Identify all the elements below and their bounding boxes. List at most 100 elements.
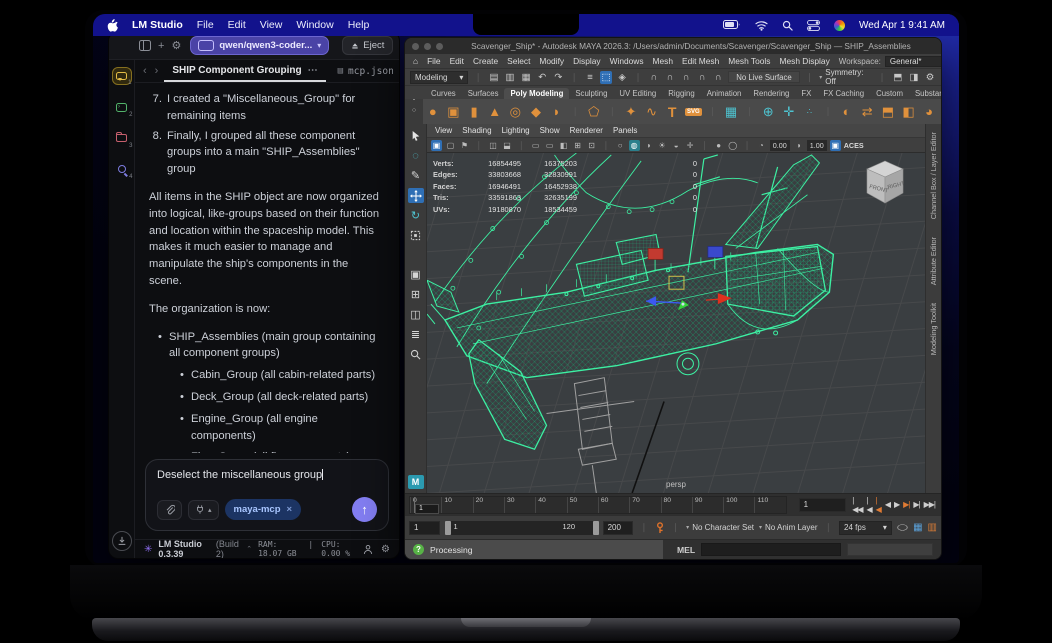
animation-end-field[interactable]: 200: [602, 520, 634, 535]
workspace-dropdown[interactable]: General*▾: [884, 55, 941, 67]
live-surface-field[interactable]: No Live Surface: [728, 71, 800, 83]
redo-icon[interactable]: ↷: [552, 71, 564, 84]
platonic-solid-icon[interactable]: ⬠: [586, 104, 602, 120]
downloads-button[interactable]: [111, 531, 132, 551]
animation-prefs-icon[interactable]: ▦: [913, 522, 922, 533]
maya-menu-item[interactable]: Select: [507, 56, 530, 66]
step-forward-frame-button[interactable]: ▶|: [913, 500, 920, 509]
settings-gear-icon[interactable]: ⚙: [171, 38, 181, 54]
render-icon[interactable]: ⬒: [892, 71, 904, 84]
shelf-tab[interactable]: FX: [795, 88, 817, 99]
mel-result-field[interactable]: [847, 543, 933, 556]
scale-tool-icon[interactable]: [408, 228, 424, 243]
exposure-field[interactable]: 0.00: [769, 139, 790, 151]
current-frame-field[interactable]: 1: [798, 497, 847, 512]
poly-disc-icon[interactable]: ◗: [549, 104, 565, 119]
gamma-icon[interactable]: ◑: [793, 140, 804, 151]
connect-tool-icon[interactable]: ✛: [781, 104, 797, 120]
2d-pan-zoom-icon[interactable]: ⬓: [502, 140, 513, 151]
playback-loop-icon[interactable]: ◯: [897, 524, 908, 531]
menu-bar-item[interactable]: File: [197, 19, 214, 31]
current-frame-marker[interactable]: 1: [415, 503, 439, 514]
menu-bar-item[interactable]: Edit: [228, 19, 246, 31]
remove-plugin-icon[interactable]: ×: [287, 504, 293, 515]
panel-menu-item[interactable]: View: [435, 126, 452, 135]
combine-icon[interactable]: ⬒: [880, 104, 896, 120]
sidebar-item-developer[interactable]: › 2: [112, 98, 133, 118]
maya-menu-item[interactable]: Mesh Tools: [728, 56, 770, 66]
panel-menu-item[interactable]: Shading: [462, 126, 491, 135]
battery-icon[interactable]: [723, 20, 741, 30]
set-key-icon[interactable]: [655, 521, 665, 534]
tab-chat[interactable]: SHIP Component Grouping ⋯: [164, 60, 326, 82]
shelf-tab[interactable]: Rendering: [747, 88, 795, 99]
manipulator-icon[interactable]: ✛: [685, 140, 696, 151]
sweep-mesh-icon[interactable]: ∿: [644, 104, 660, 120]
gamma-field[interactable]: 1.00: [806, 139, 827, 151]
isolate-select-icon[interactable]: ●: [713, 140, 724, 151]
save-scene-icon[interactable]: ▦: [520, 71, 532, 84]
camera-attributes-icon[interactable]: ▢: [445, 140, 456, 151]
maya-menu-item[interactable]: Create: [473, 56, 498, 66]
play-button[interactable]: ▶: [894, 500, 900, 509]
separate-icon[interactable]: ◧: [901, 104, 917, 120]
shelf-tab[interactable]: Rigging: [662, 88, 700, 99]
image-plane-icon[interactable]: ◫: [488, 140, 499, 151]
maya-menu-item[interactable]: Mesh Display: [780, 56, 830, 66]
poly-torus-icon[interactable]: ◎: [508, 104, 524, 120]
mirror-icon[interactable]: ⇄: [859, 104, 875, 120]
snap-to-center-icon[interactable]: ∩: [696, 71, 708, 84]
home-icon[interactable]: ⌂: [413, 56, 418, 66]
attach-file-button[interactable]: [157, 499, 182, 520]
boolean-icon[interactable]: ◐: [839, 104, 855, 119]
sidebar-tab[interactable]: Channel Box / Layer Editor: [929, 132, 938, 219]
panel-menu-item[interactable]: Panels: [613, 126, 637, 135]
shelf-tab[interactable]: Animation: [701, 88, 748, 99]
center-pivot-icon[interactable]: ∴: [802, 107, 818, 116]
target-weld-icon[interactable]: ⊕: [760, 104, 776, 120]
select-camera-icon[interactable]: ▣: [431, 139, 442, 151]
range-start-handle[interactable]: [444, 520, 451, 535]
model-selector[interactable]: qwen/qwen3-coder... ▾: [190, 36, 330, 55]
fps-dropdown[interactable]: 24 fps ▾: [839, 520, 892, 535]
maya-menu-item[interactable]: Windows: [610, 56, 644, 66]
select-object-icon[interactable]: ⬚: [600, 70, 613, 84]
zoom-tool-icon[interactable]: [408, 347, 424, 362]
nav-forward-icon[interactable]: ›: [153, 65, 161, 77]
symmetry-dropdown[interactable]: ▾ Symmetry: Off: [819, 68, 872, 86]
layout-single-pane-icon[interactable]: ▣: [408, 267, 424, 282]
mel-input-field[interactable]: [701, 543, 842, 556]
rotate-tool-icon[interactable]: ↻: [408, 208, 424, 223]
sidebar-tab[interactable]: Attribute Editor: [929, 237, 938, 285]
close-button[interactable]: [412, 42, 419, 50]
timeline-ruler[interactable]: 0102030405060708090100110 1: [409, 495, 787, 514]
maya-menu-item[interactable]: Display: [573, 56, 600, 66]
shelf-tab[interactable]: Sculpting: [569, 88, 613, 99]
maya-menu-item[interactable]: Edit: [450, 56, 464, 66]
menu-bar-item[interactable]: Help: [348, 19, 370, 31]
toggle-sidebar-icon[interactable]: [139, 38, 151, 54]
maya-menu-item[interactable]: File: [427, 56, 441, 66]
zoom-button[interactable]: [436, 42, 443, 50]
maya-menu-item[interactable]: Edit Mesh: [682, 56, 719, 66]
step-back-key-button[interactable]: |◀: [876, 496, 882, 514]
chat-input[interactable]: Deselect the miscellaneous group ▴ maya-…: [145, 459, 389, 531]
new-scene-icon[interactable]: ▤: [488, 71, 500, 84]
resolution-gate-icon[interactable]: ▭: [544, 140, 555, 151]
shelf-tab[interactable]: Substance: [909, 88, 941, 99]
snap-to-curve-icon[interactable]: ∩: [664, 71, 676, 84]
shaded-icon[interactable]: ◍: [628, 139, 640, 151]
step-forward-key-button[interactable]: ▶|: [903, 500, 910, 509]
color-management-icon[interactable]: ▣: [829, 139, 841, 151]
anim-layer-dropdown[interactable]: ▾ No Anim Layer: [759, 523, 817, 532]
snap-to-grid-icon[interactable]: ∩: [648, 71, 660, 84]
search-icon[interactable]: [782, 20, 793, 31]
multi-cut-icon[interactable]: ▦: [723, 104, 739, 120]
shelf-tab[interactable]: Custom: [870, 88, 909, 99]
field-chart-icon[interactable]: ⊞: [572, 140, 583, 151]
app-version[interactable]: LM Studio 0.3.39: [158, 539, 210, 558]
select-hierarchy-icon[interactable]: ≡: [584, 71, 596, 84]
menu-bar-app-name[interactable]: LM Studio: [132, 19, 183, 31]
panel-menu-item[interactable]: Show: [540, 126, 560, 135]
snap-to-point-icon[interactable]: ∩: [680, 71, 692, 84]
